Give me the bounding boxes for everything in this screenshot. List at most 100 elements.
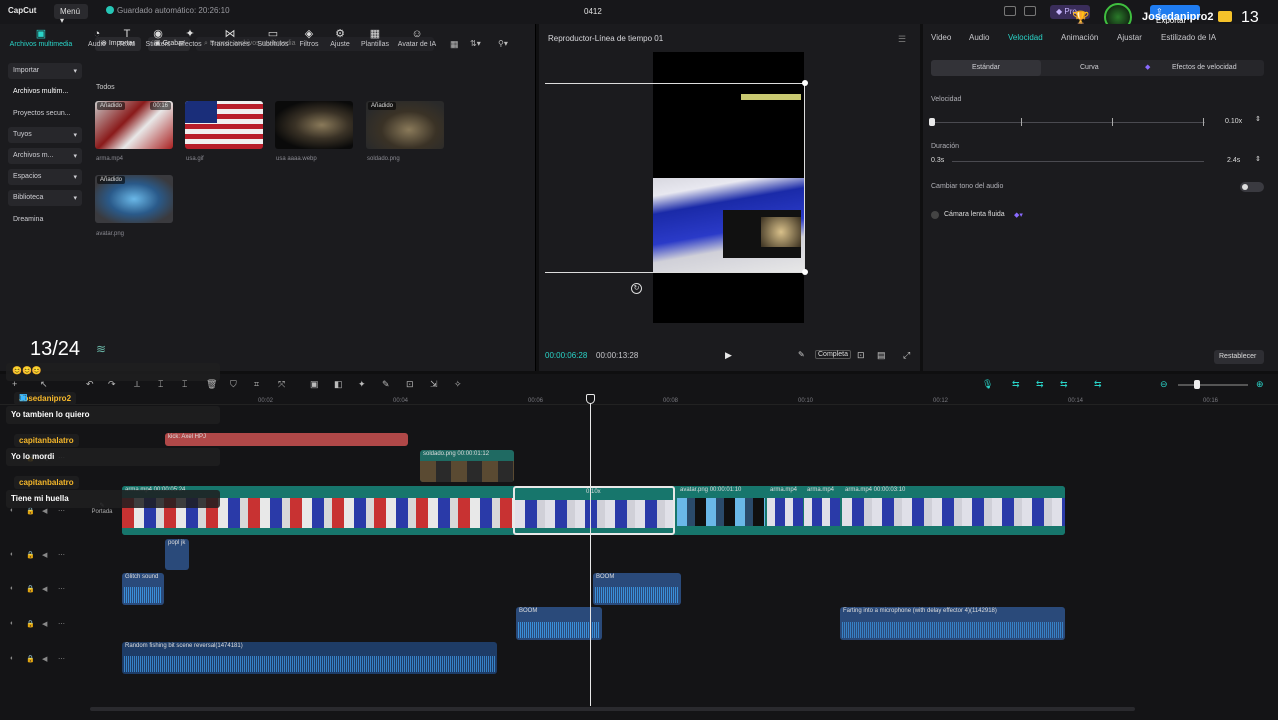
more-icon[interactable]: ⋯ [58, 507, 65, 515]
inspector-tab[interactable]: Velocidad [1008, 33, 1043, 42]
video-clip-arma3[interactable]: arma.mp4 [804, 486, 840, 535]
sidebar-item[interactable]: Tuyos ▾ [8, 127, 82, 143]
crop-handle[interactable] [802, 80, 808, 86]
timeline-tool-icon[interactable]: ✎ [382, 379, 390, 390]
sidebar-item[interactable]: Proyectos secun... [8, 106, 82, 122]
sidebar-item[interactable]: Importar ▾ [8, 63, 82, 79]
video-clip-arma2[interactable]: arma.mp4 [767, 486, 803, 535]
timeline-tool-icon[interactable]: ▣ [310, 379, 319, 390]
media-thumb-usa-gif[interactable] [185, 101, 263, 149]
zoom-slider-track[interactable] [1178, 384, 1248, 386]
playhead-line[interactable] [590, 394, 591, 706]
tool-tab[interactable]: ▣ Archivos multimedia [8, 28, 74, 48]
timeline-view-icon[interactable]: ⊕ [1256, 379, 1264, 390]
sidebar-item[interactable]: Dreamina [8, 212, 82, 228]
zoom-icon[interactable]: ⊡ [857, 350, 865, 361]
timeline-tool-icon[interactable]: 🗑 [206, 379, 217, 390]
visibility-icon[interactable]: ◐ [10, 507, 14, 514]
lock-icon[interactable]: 🔒 [26, 551, 35, 559]
timeline-tool-icon[interactable]: ⇲ [430, 379, 438, 390]
media-thumb-avatar[interactable]: Añadido [95, 175, 173, 223]
media-thumb-arma[interactable]: Añadido 00:16 [95, 101, 173, 149]
video-preview[interactable] [653, 52, 804, 323]
rotate-icon[interactable]: ↻ [631, 283, 642, 294]
audio-clip-popl[interactable]: popl jk [165, 539, 189, 570]
more-icon[interactable]: ⋯ [58, 585, 65, 593]
inspector-tab[interactable]: Ajustar [1117, 33, 1142, 42]
timeline-tool-icon[interactable]: ⟂ [134, 379, 140, 390]
sidebar-item[interactable]: Archivos m... ▾ [8, 148, 82, 164]
audio-clip-glitch[interactable]: Glitch sound [122, 573, 164, 605]
timeline-tool-icon[interactable]: ⤧ [278, 379, 285, 390]
duration-value[interactable]: 2.4s [1227, 157, 1240, 164]
image-clip-soldado[interactable]: soldado.png 00:00:01:12 [420, 450, 514, 482]
timeline-tool-icon[interactable]: ✦ [358, 379, 366, 390]
tool-tab[interactable]: ☺ Avatar de IA [396, 28, 438, 48]
visibility-icon[interactable]: ◐ [10, 585, 14, 592]
tool-tab[interactable]: ✦ Efectos [174, 28, 206, 48]
timeline-tool-icon[interactable]: ↖ [40, 379, 48, 390]
mute-icon[interactable]: ◀ [42, 551, 47, 559]
grid-view-icon[interactable]: ▦ [450, 39, 459, 50]
timeline-tool-icon[interactable]: ⌗ [254, 379, 259, 390]
tool-tab[interactable]: ◈ Filtros [294, 28, 324, 48]
duration-stepper-icon[interactable]: ⇕ [1255, 155, 1261, 163]
tool-tab[interactable]: ⚙ Ajuste [326, 28, 354, 48]
audio-clip-boom1[interactable]: BOOM [593, 573, 681, 605]
menu-button[interactable]: Menú ▾ [54, 4, 88, 25]
crop-handle[interactable] [802, 269, 808, 275]
timeline-view-icon[interactable]: ⇆ [1012, 379, 1020, 390]
smooth-checkbox[interactable] [931, 211, 939, 219]
project-name[interactable]: 0412 [584, 7, 602, 16]
image-clip-avatar[interactable]: avatar.png 00:00:01:10 [677, 486, 765, 535]
visibility-icon[interactable]: ◐ [10, 655, 14, 662]
mute-icon[interactable]: ◀ [42, 507, 47, 515]
more-icon[interactable]: ⋯ [58, 551, 65, 559]
mute-icon[interactable]: ◀ [42, 655, 47, 663]
text-clip[interactable]: kick: Axel HPJ [165, 433, 408, 446]
timeline-tool-icon[interactable]: ⌶ [158, 379, 163, 390]
inspector-tab[interactable]: Animación [1061, 33, 1098, 42]
sort-icon[interactable]: ⇅▾ [470, 39, 481, 48]
ratio-button[interactable]: Completa [815, 350, 851, 359]
shortcut-icon[interactable] [1024, 6, 1036, 16]
timeline-view-icon[interactable]: ⇆ [1094, 379, 1102, 390]
sidebar-item[interactable]: Archivos multim... [8, 84, 82, 100]
more-icon[interactable]: ⋯ [58, 655, 65, 663]
tool-tab[interactable]: ◔ Audio [84, 28, 110, 48]
player-menu-icon[interactable]: ☰ [898, 34, 906, 45]
layout-icon[interactable] [1004, 6, 1016, 16]
speed-mode-effects[interactable]: Efectos de velocidad [1172, 64, 1237, 71]
tool-tab[interactable]: ⋈ Transiciones [208, 28, 252, 48]
timeline-view-icon[interactable]: 🎙 [982, 379, 993, 390]
tool-tab[interactable]: ▭ Subtítulos [254, 28, 292, 48]
duration-slider-track[interactable] [952, 161, 1204, 162]
media-thumb-soldado[interactable]: Añadido [366, 101, 444, 149]
timeline-tool-icon[interactable]: ⊡ [406, 379, 414, 390]
lock-icon[interactable]: 🔒 [26, 620, 35, 628]
zoom-slider-knob[interactable] [1194, 380, 1200, 389]
sidebar-item[interactable]: Espacios ▾ [8, 169, 82, 185]
inspector-tab[interactable]: Audio [969, 33, 989, 42]
timeline-tool-icon[interactable]: ✧ [454, 379, 462, 390]
reset-button[interactable]: Restablecer [1214, 350, 1264, 364]
timeline-tool-icon[interactable]: ⌶ [182, 379, 187, 390]
playhead-handle[interactable] [586, 394, 595, 404]
edit-icon[interactable]: ✎ [798, 350, 805, 359]
video-clip-selected[interactable]: 0.10x [513, 486, 675, 535]
timeline-view-icon[interactable]: ⊖ [1160, 379, 1168, 390]
pitch-toggle[interactable] [1240, 182, 1264, 192]
timeline-tool-icon[interactable]: ⛉ [230, 379, 237, 390]
speed-slider-knob[interactable] [929, 118, 935, 126]
timeline-tool-icon[interactable]: ↶ [86, 379, 94, 390]
lock-icon[interactable]: 🔒 [26, 655, 35, 663]
audio-clip-fishing[interactable]: Random fishing bit scene reversal(147418… [122, 642, 497, 674]
play-button[interactable]: ▶ [725, 350, 732, 361]
timeline-tool-icon[interactable]: ↷ [108, 379, 116, 390]
filter-icon[interactable]: ⚲▾ [498, 39, 508, 48]
timeline-tool-icon[interactable]: + [12, 379, 17, 389]
video-clip-arma4[interactable]: arma.mp4 00:00:03:10 [842, 486, 1065, 535]
timeline-view-icon[interactable]: ⇆ [1060, 379, 1068, 390]
lock-icon[interactable]: 🔒 [26, 507, 35, 515]
visibility-icon[interactable]: ◐ [10, 551, 14, 558]
